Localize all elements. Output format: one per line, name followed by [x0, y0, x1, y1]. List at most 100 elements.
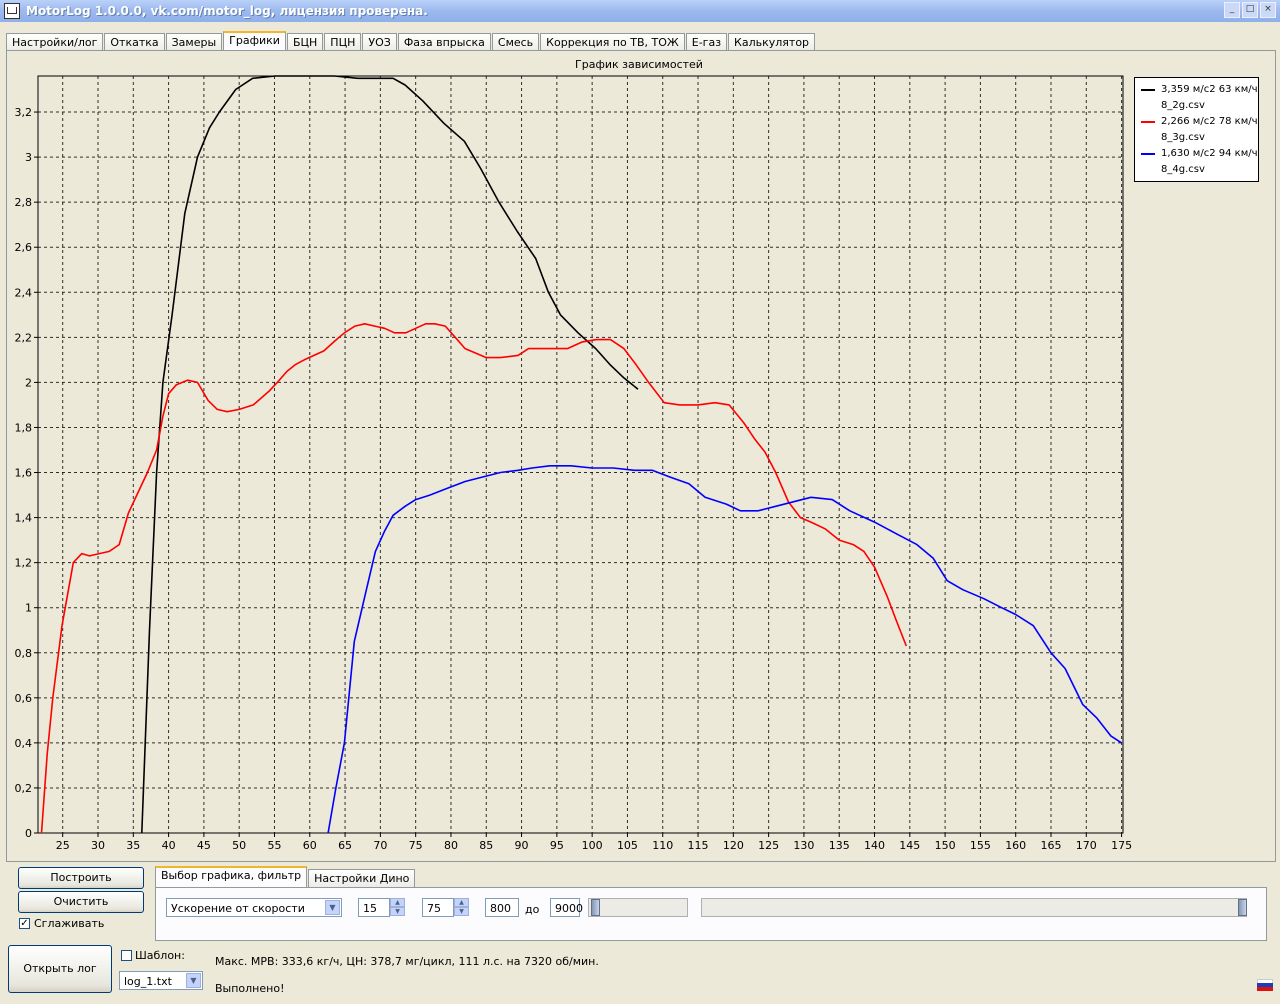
minimize-button[interactable]: _ [1224, 2, 1240, 18]
log-file-value: log_1.txt [124, 975, 172, 988]
x-tick-label: 120 [723, 839, 744, 852]
window-title: MotorLog 1.0.0.0, vk.com/motor_log, лице… [26, 4, 428, 18]
x-tick-label: 155 [970, 839, 991, 852]
tab-10[interactable]: Е-газ [685, 33, 728, 51]
rpm-to-input[interactable]: 9000 [550, 898, 583, 917]
x-tick-label: 150 [935, 839, 956, 852]
x-tick-label: 45 [197, 839, 211, 852]
tab-2[interactable]: Замеры [165, 33, 223, 51]
tab-4[interactable]: БЦН [286, 33, 324, 51]
smooth-checkbox[interactable]: ✓ [19, 918, 30, 929]
y-tick-label: 0,8 [15, 647, 33, 660]
range-slider-small[interactable] [588, 898, 688, 917]
build-button[interactable]: Построить [18, 867, 144, 889]
y-tick-label: 1,4 [15, 512, 33, 525]
y-tick-label: 2,6 [15, 241, 33, 254]
x-tick-label: 25 [56, 839, 70, 852]
y-tick-label: 3,2 [15, 106, 33, 119]
tab-8[interactable]: Смесь [491, 33, 540, 51]
app-icon [4, 3, 20, 19]
y-tick-label: 1,8 [15, 421, 33, 434]
range-slider-large[interactable] [701, 898, 1247, 917]
tab-3[interactable]: Графики [223, 31, 286, 52]
legend-item: 2,266 м/с2 78 км/ч 8_3g.csv [1141, 114, 1258, 146]
tab-6[interactable]: УОЗ [362, 33, 397, 51]
legend-swatch [1141, 89, 1155, 91]
graph-type-value: Ускорение от скорости [171, 902, 305, 915]
status-done: Выполнено! [215, 982, 285, 995]
spin-down-icon[interactable]: ▼ [454, 907, 469, 916]
slider-thumb[interactable] [1238, 899, 1247, 916]
legend-label: 2,266 м/с2 78 км/ч 8_3g.csv [1161, 116, 1258, 143]
y-tick-label: 2,2 [15, 331, 33, 344]
tab-graph-filter[interactable]: Выбор графика, фильтр [155, 866, 308, 887]
russian-flag-icon[interactable] [1257, 979, 1273, 991]
dependency-chart: 25 30 35 40 45 50 55 60 65 70 75 80 85 90 95 100 105 110 1… [15, 75, 1132, 852]
x-tick-label: 90 [515, 839, 529, 852]
tab-9[interactable]: Коррекция по ТВ, ТОЖ [540, 33, 685, 51]
control-tabs: Выбор графика, фильтр Настройки Дино [155, 866, 416, 887]
template-checkbox[interactable] [121, 950, 132, 961]
main-tabs: Настройки/лог Откатка Замеры Графики БЦН ПЦН У… [6, 31, 816, 52]
tab-1[interactable]: Откатка [104, 33, 165, 51]
x-tick-label: 35 [126, 839, 140, 852]
x-tick-label: 65 [338, 839, 352, 852]
clear-button[interactable]: Очистить [18, 891, 144, 913]
maximize-button[interactable]: □ [1242, 2, 1258, 18]
y-tick-label: 0,6 [15, 692, 33, 705]
x-tick-label: 145 [899, 839, 920, 852]
open-log-button[interactable]: Открыть лог [8, 945, 112, 993]
to-label: до [525, 903, 540, 916]
speed-to-stepper[interactable]: ▲ ▼ [454, 898, 469, 917]
legend-item: 1,630 м/с2 94 км/ч 8_4g.csv [1141, 146, 1258, 178]
legend-label: 1,630 м/с2 94 км/ч 8_4g.csv [1161, 148, 1258, 175]
x-tick-label: 140 [864, 839, 885, 852]
tab-0[interactable]: Настройки/лог [6, 33, 104, 51]
slider-thumb[interactable] [591, 899, 600, 916]
rpm-from-input[interactable]: 800 [485, 898, 519, 917]
chevron-down-icon: ▼ [325, 900, 340, 915]
y-tick-label: 1,6 [15, 467, 33, 480]
close-button[interactable]: × [1260, 2, 1276, 18]
legend-label: 3,359 м/с2 63 км/ч 8_2g.csv [1161, 84, 1258, 111]
tab-dyno-settings[interactable]: Настройки Дино [308, 869, 416, 887]
tab-7[interactable]: Фаза впрыска [397, 33, 491, 51]
y-tick-label: 2 [25, 376, 32, 389]
spin-up-icon[interactable]: ▲ [454, 898, 469, 907]
graph-type-select[interactable]: Ускорение от скорости ▼ [166, 898, 342, 917]
y-tick-label: 3 [25, 151, 32, 164]
chart-area: График зависимостей 25 30 35 40 45 50 55 60 65 70… [8, 55, 1270, 859]
x-tick-label: 170 [1076, 839, 1097, 852]
y-tick-label: 2,8 [15, 196, 33, 209]
plot-frame [37, 75, 1124, 834]
tab-11[interactable]: Калькулятор [728, 33, 816, 51]
x-tick-label: 175 [1111, 839, 1132, 852]
x-tick-label: 95 [550, 839, 564, 852]
speed-from-stepper[interactable]: ▲ ▼ [390, 898, 405, 917]
template-label: Шаблон: [135, 949, 185, 962]
legend-swatch [1141, 153, 1155, 155]
log-file-select[interactable]: log_1.txt ▼ [119, 971, 203, 990]
x-tick-label: 80 [444, 839, 458, 852]
x-tick-label: 30 [91, 839, 105, 852]
x-tick-label: 125 [758, 839, 779, 852]
x-tick-label: 60 [303, 839, 317, 852]
y-tick-label: 0,2 [15, 782, 33, 795]
speed-from-input[interactable]: 15 [358, 898, 390, 917]
chart-legend: 3,359 м/с2 63 км/ч 8_2g.csv 2,266 м/с2 78… [1134, 77, 1259, 182]
spin-up-icon[interactable]: ▲ [390, 898, 405, 907]
tab-5[interactable]: ПЦН [324, 33, 362, 51]
y-tick-label: 0 [25, 827, 32, 840]
x-tick-label: 40 [162, 839, 176, 852]
legend-swatch [1141, 121, 1155, 123]
y-tick-label: 1 [25, 602, 32, 615]
x-tick-label: 165 [1040, 839, 1061, 852]
spin-down-icon[interactable]: ▼ [390, 907, 405, 916]
x-tick-label: 100 [582, 839, 603, 852]
y-tick-label: 1,2 [15, 557, 33, 570]
x-tick-label: 75 [409, 839, 423, 852]
x-tick-label: 50 [232, 839, 246, 852]
x-tick-label: 85 [479, 839, 493, 852]
y-tick-label: 0,4 [15, 737, 33, 750]
speed-to-input[interactable]: 75 [422, 898, 454, 917]
